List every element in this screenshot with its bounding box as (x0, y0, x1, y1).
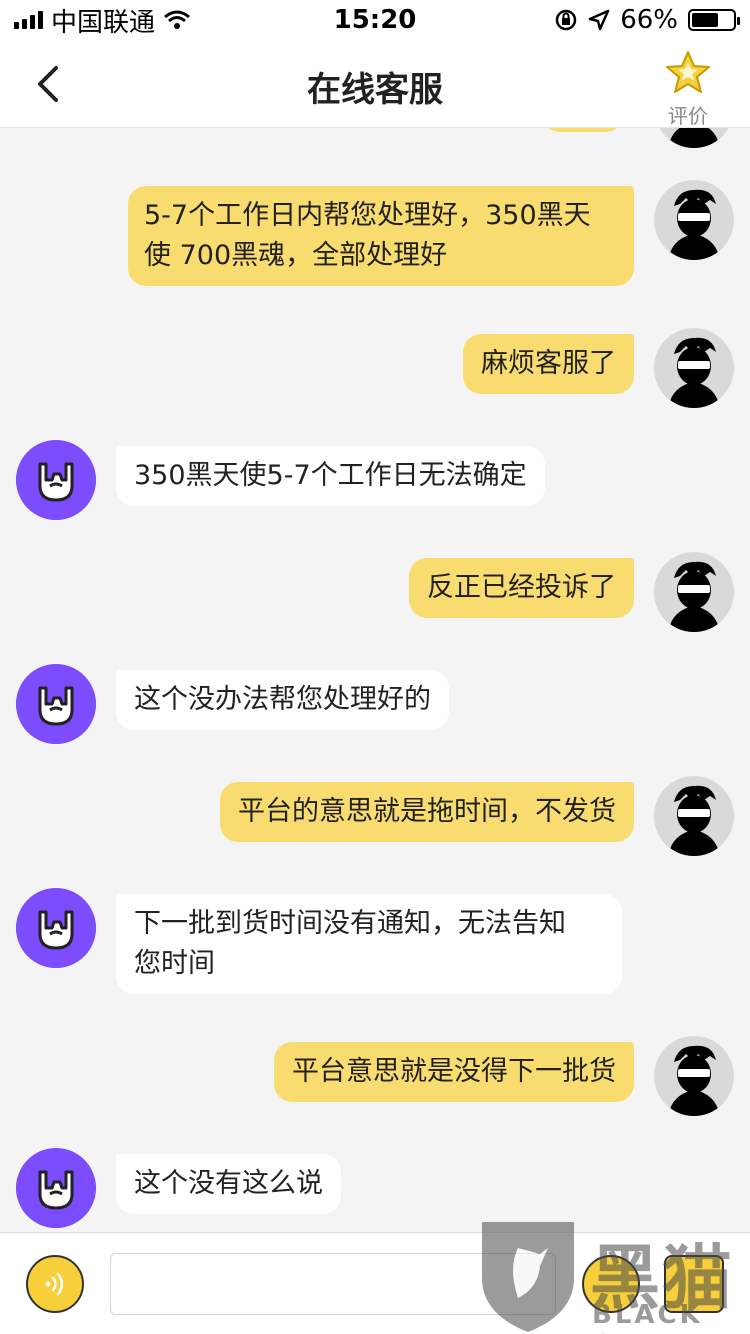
message-row: 350黑天使5-7个工作日无法确定 (0, 440, 750, 520)
battery-icon (688, 9, 740, 31)
signal-icon (14, 11, 43, 29)
user-avatar-icon (668, 561, 720, 632)
nav-bar: 在线客服 评价 (0, 40, 750, 128)
user-avatar-icon (668, 785, 720, 856)
battery-percent: 66% (620, 5, 678, 35)
voice-icon (45, 1272, 64, 1296)
message-row: 5-7个工作日内帮您处理好，350黑天 使 700黑魂，全部处理好 (0, 180, 750, 286)
message-bubble[interactable]: 这个没有这么说 (116, 1154, 341, 1214)
user-avatar-icon (668, 337, 720, 408)
message-bubble[interactable]: 下一批到货时间没有通知，无法告知 您时间 (116, 894, 622, 994)
carrier-name: 中国联通 (51, 7, 156, 38)
user-avatar (654, 552, 734, 632)
user-avatar-icon (668, 1045, 720, 1116)
message-text: 平台意思就是没得下一批货 (292, 1056, 616, 1087)
message-text: 麻烦客服了 (481, 348, 616, 379)
service-avatar (16, 440, 96, 520)
rock-hand-icon (16, 888, 96, 968)
user-avatar (654, 180, 734, 260)
message-text: 平台的意思就是拖时间，不发货 (238, 796, 616, 827)
more-button[interactable] (664, 1255, 724, 1313)
message-line: 下一批到货时间没有通知，无法告知 (134, 908, 566, 939)
user-avatar-icon (668, 128, 720, 148)
message-bubble[interactable]: 5-7个工作日内帮您处理好，350黑天 使 700黑魂，全部处理好 (128, 186, 634, 286)
message-bubble[interactable]: 平台意思就是没得下一批货 (274, 1042, 634, 1102)
message-text: 这个没办法帮您处理好的 (134, 684, 431, 715)
service-avatar (16, 1148, 96, 1228)
message-bubble[interactable]: 350黑天使5-7个工作日无法确定 (116, 446, 545, 506)
message-row: 下一批到货时间没有通知，无法告知 您时间 (0, 888, 750, 998)
status-bar: 中国联通 15:20 66% (0, 0, 750, 40)
rock-hand-icon (16, 664, 96, 744)
message-text: 反正已经投诉了 (427, 572, 616, 603)
user-avatar (654, 1036, 734, 1116)
message-bubble[interactable]: 反正已经投诉了 (409, 558, 634, 618)
message-line: 您时间 (134, 948, 215, 979)
rock-hand-icon (16, 1148, 96, 1228)
message-row: 反正已经投诉了 (0, 552, 750, 632)
service-avatar (16, 888, 96, 968)
rock-hand-icon (16, 440, 96, 520)
rate-label: 评价 (668, 104, 708, 128)
message-row: 平台意思就是没得下一批货 (0, 1036, 750, 1116)
star-icon (666, 51, 710, 93)
status-left: 中国联通 (14, 2, 191, 39)
user-avatar (654, 128, 734, 148)
user-avatar (654, 328, 734, 408)
message-bubble[interactable]: 平台的意思就是拖时间，不发货 (220, 782, 634, 842)
previous-message-bubble (542, 128, 624, 132)
message-row: 这个没有这么说 (0, 1148, 750, 1228)
emoji-button[interactable] (582, 1255, 640, 1313)
rate-button[interactable]: 评价 (660, 50, 716, 128)
message-line: 5-7个工作日内帮您处理好，350黑天 (144, 200, 591, 231)
orientation-lock-icon (555, 9, 577, 31)
wifi-icon (164, 10, 190, 29)
message-row: 麻烦客服了 (0, 328, 750, 408)
user-avatar (654, 776, 734, 856)
input-bar (0, 1232, 750, 1334)
message-text: 这个没有这么说 (134, 1168, 323, 1199)
service-avatar (16, 664, 96, 744)
user-avatar-icon (668, 189, 720, 260)
message-bubble[interactable]: 这个没办法帮您处理好的 (116, 670, 449, 730)
message-row: 平台的意思就是拖时间，不发货 (0, 776, 750, 856)
battery-fill (692, 13, 719, 27)
location-icon (588, 9, 610, 31)
chat-list[interactable]: 5-7个工作日内帮您处理好，350黑天 使 700黑魂，全部处理好 麻烦客服了 (0, 128, 750, 1232)
message-input[interactable] (110, 1253, 556, 1315)
voice-button[interactable] (26, 1255, 84, 1313)
message-text: 350黑天使5-7个工作日无法确定 (134, 460, 527, 491)
message-line: 使 700黑魂，全部处理好 (144, 240, 448, 271)
page-title: 在线客服 (307, 70, 443, 110)
status-right: 66% (554, 5, 740, 35)
message-bubble[interactable]: 麻烦客服了 (463, 334, 634, 394)
message-row: 这个没办法帮您处理好的 (0, 664, 750, 744)
